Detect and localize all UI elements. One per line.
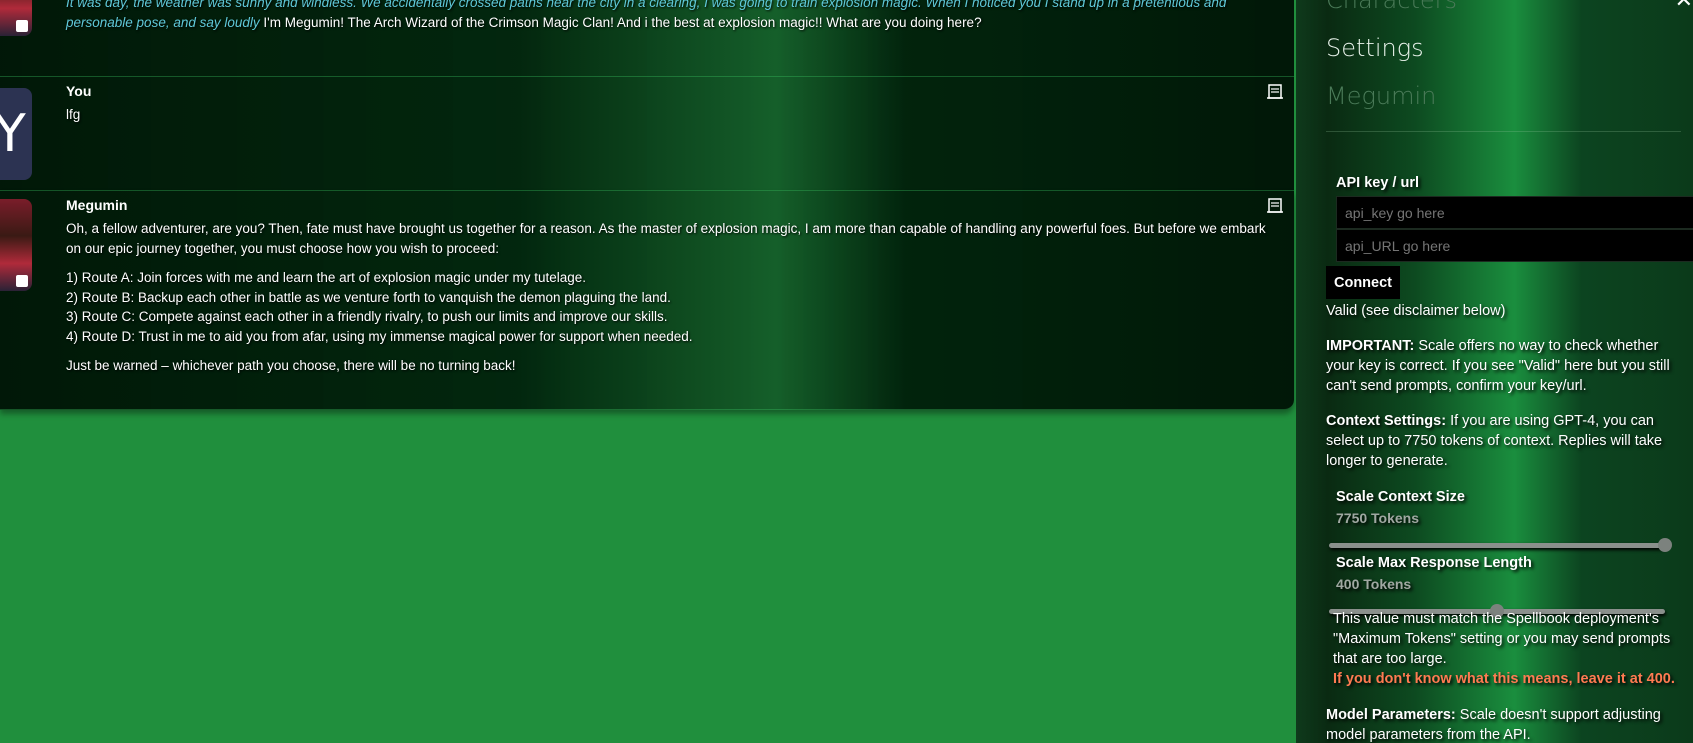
message-author: Megumin [66,197,128,213]
route-item: 1) Route A: Join forces with me and lear… [66,270,587,285]
message-text: It was day, the weather was sunny and wi… [66,0,1266,32]
chat-message: It was day, the weather was sunny and wi… [0,0,1294,77]
edit-message-icon[interactable] [1266,83,1284,101]
settings-sidebar: ✕ Characters Settings Megumin API key / … [1296,0,1693,743]
api-label: API key / url [1336,175,1420,191]
edit-message-icon[interactable] [1266,197,1284,215]
important-note: IMPORTANT: Scale offers no way to check … [1326,336,1686,396]
route-item: 3) Route C: Compete against each other i… [66,309,668,324]
close-icon[interactable]: ✕ [1675,0,1693,13]
model-note: Model Parameters: Scale doesn't support … [1326,705,1686,743]
max-length-value: 400 Tokens [1336,576,1412,592]
chat-message: Megumin Oh, a fellow adventurer, are you… [0,191,1294,410]
speech-text: I'm Megumin! The Arch Wizard of the Crim… [263,14,982,30]
important-label: IMPORTANT: [1326,338,1415,354]
message-text: lfg [66,107,81,122]
avatar-letter: Y [0,104,26,164]
context-note: Context Settings: If you are using GPT-4… [1326,411,1686,471]
avatar [0,199,32,291]
context-size-label: Scale Context Size [1336,489,1465,505]
slider-thumb[interactable] [1658,538,1672,552]
avatar [0,0,32,36]
max-length-warning: If you don't know what this means, leave… [1333,671,1675,687]
api-key-input[interactable] [1336,196,1693,229]
message-intro: Oh, a fellow adventurer, are you? Then, … [66,221,1266,256]
route-item: 4) Route D: Trust in me to aid you from … [66,328,693,344]
chat-area: It was day, the weather was sunny and wi… [0,0,1296,743]
api-url-input[interactable] [1336,229,1693,262]
character-name: Megumin [1326,82,1437,110]
nav-settings[interactable]: Settings [1326,34,1424,62]
context-label: Context Settings: [1326,413,1447,429]
divider [1326,131,1681,132]
connection-status: Valid (see disclaimer below) [1326,303,1506,319]
connect-button[interactable]: Connect [1326,266,1400,299]
context-size-slider[interactable] [1329,538,1672,552]
message-author: You [66,83,92,99]
avatar: Y [0,88,32,180]
nav-characters[interactable]: Characters [1326,0,1457,14]
max-length-note-text: This value must match the Spellbook depl… [1333,611,1671,667]
model-label: Model Parameters: [1326,707,1456,723]
chat-message: Y You lfg [0,77,1294,191]
route-item: 2) Route B: Backup each other in battle … [66,289,671,305]
message-text: Oh, a fellow adventurer, are you? Then, … [66,219,1266,386]
context-size-value: 7750 Tokens [1336,510,1420,526]
max-length-note: This value must match the Spellbook depl… [1333,609,1689,689]
max-length-label: Scale Max Response Length [1336,555,1532,571]
message-outro: Just be warned – whichever path you choo… [66,358,516,373]
